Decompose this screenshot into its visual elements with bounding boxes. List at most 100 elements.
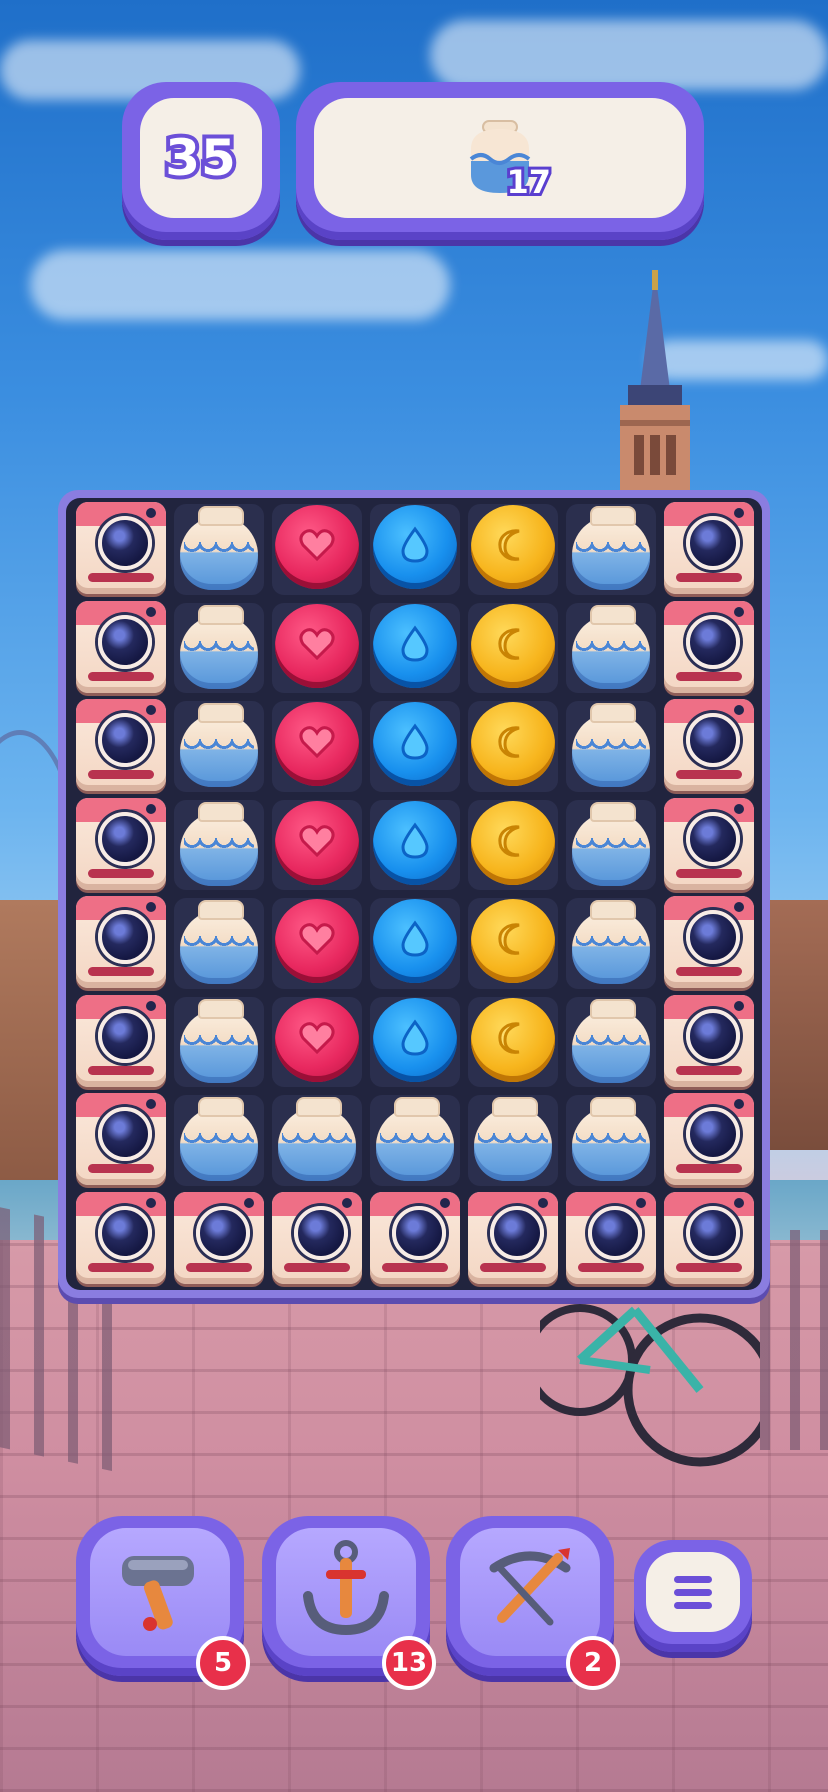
camera-tile[interactable] xyxy=(76,502,166,594)
board-cell[interactable] xyxy=(72,1091,170,1190)
board-cell[interactable] xyxy=(464,1190,562,1289)
moon-tile[interactable] xyxy=(471,505,555,589)
board-cell[interactable] xyxy=(464,1091,562,1190)
vase-tile[interactable] xyxy=(566,1093,656,1185)
board-cell[interactable] xyxy=(366,500,464,599)
board-cell[interactable] xyxy=(72,500,170,599)
board-cell[interactable] xyxy=(268,697,366,796)
board-cell[interactable] xyxy=(660,894,758,993)
vase-tile[interactable] xyxy=(370,1093,460,1185)
board-cell[interactable] xyxy=(72,1190,170,1289)
drop-tile[interactable] xyxy=(373,505,457,589)
moon-tile[interactable] xyxy=(471,899,555,983)
booster-crossbow-button[interactable]: 2 xyxy=(446,1516,620,1690)
board-cell[interactable] xyxy=(660,500,758,599)
board-cell[interactable] xyxy=(660,993,758,1092)
board-cell[interactable] xyxy=(562,500,660,599)
board-cell[interactable] xyxy=(268,993,366,1092)
camera-tile[interactable] xyxy=(76,600,166,693)
camera-tile[interactable] xyxy=(664,994,754,1087)
camera-tile[interactable] xyxy=(664,797,754,890)
board-cell[interactable] xyxy=(366,599,464,698)
board-cell[interactable] xyxy=(562,599,660,698)
board-cell[interactable] xyxy=(366,894,464,993)
board-cell[interactable] xyxy=(464,599,562,698)
board-cell[interactable] xyxy=(170,697,268,796)
vase-tile[interactable] xyxy=(566,699,656,791)
board-cell[interactable] xyxy=(366,1091,464,1190)
board-cell[interactable] xyxy=(562,993,660,1092)
board-cell[interactable] xyxy=(170,1091,268,1190)
board-cell[interactable] xyxy=(366,796,464,895)
board-cell[interactable] xyxy=(464,796,562,895)
menu-button[interactable] xyxy=(634,1540,752,1652)
camera-tile[interactable] xyxy=(272,1191,362,1284)
camera-tile[interactable] xyxy=(76,797,166,890)
heart-tile[interactable] xyxy=(275,603,359,688)
camera-tile[interactable] xyxy=(370,1191,460,1284)
camera-tile[interactable] xyxy=(566,1191,656,1284)
booster-hammer-button[interactable]: 5 xyxy=(76,1516,250,1690)
camera-tile[interactable] xyxy=(664,896,754,988)
board-cell[interactable] xyxy=(72,796,170,895)
camera-tile[interactable] xyxy=(174,1191,264,1284)
board-cell[interactable] xyxy=(660,599,758,698)
camera-tile[interactable] xyxy=(76,1191,166,1284)
camera-tile[interactable] xyxy=(468,1191,558,1284)
moon-tile[interactable] xyxy=(471,702,555,786)
camera-tile[interactable] xyxy=(76,994,166,1087)
camera-tile[interactable] xyxy=(664,502,754,594)
board-cell[interactable] xyxy=(562,697,660,796)
board-cell[interactable] xyxy=(268,894,366,993)
vase-tile[interactable] xyxy=(566,798,656,890)
vase-tile[interactable] xyxy=(174,699,264,791)
board-cell[interactable] xyxy=(170,796,268,895)
board-cell[interactable] xyxy=(660,796,758,895)
board-cell[interactable] xyxy=(170,894,268,993)
vase-tile[interactable] xyxy=(174,601,264,693)
board-cell[interactable] xyxy=(268,500,366,599)
heart-tile[interactable] xyxy=(275,505,359,589)
camera-tile[interactable] xyxy=(664,1093,754,1185)
vase-tile[interactable] xyxy=(174,798,264,890)
vase-tile[interactable] xyxy=(174,995,264,1087)
vase-tile[interactable] xyxy=(468,1093,558,1185)
drop-tile[interactable] xyxy=(373,899,457,983)
board-cell[interactable] xyxy=(72,894,170,993)
board-cell[interactable] xyxy=(72,599,170,698)
board-cell[interactable] xyxy=(366,993,464,1092)
camera-tile[interactable] xyxy=(664,699,754,791)
heart-tile[interactable] xyxy=(275,702,359,786)
vase-tile[interactable] xyxy=(566,995,656,1087)
board-cell[interactable] xyxy=(464,993,562,1092)
heart-tile[interactable] xyxy=(275,800,359,885)
drop-tile[interactable] xyxy=(373,997,457,1082)
board-cell[interactable] xyxy=(464,500,562,599)
vase-tile[interactable] xyxy=(174,502,264,594)
board-cell[interactable] xyxy=(464,697,562,796)
board-cell[interactable] xyxy=(562,894,660,993)
board-cell[interactable] xyxy=(268,796,366,895)
booster-anchor-button[interactable]: 13 xyxy=(262,1516,436,1690)
camera-tile[interactable] xyxy=(664,1191,754,1284)
board-cell[interactable] xyxy=(268,1190,366,1289)
heart-tile[interactable] xyxy=(275,899,359,983)
board-cell[interactable] xyxy=(660,1190,758,1289)
board-cell[interactable] xyxy=(366,1190,464,1289)
board-cell[interactable] xyxy=(464,894,562,993)
vase-tile[interactable] xyxy=(272,1093,362,1185)
vase-tile[interactable] xyxy=(566,601,656,693)
moon-tile[interactable] xyxy=(471,603,555,688)
board-cell[interactable] xyxy=(660,697,758,796)
board-cell[interactable] xyxy=(660,1091,758,1190)
board-cell[interactable] xyxy=(268,599,366,698)
heart-tile[interactable] xyxy=(275,997,359,1082)
camera-tile[interactable] xyxy=(76,1093,166,1185)
board-cell[interactable] xyxy=(366,697,464,796)
board-cell[interactable] xyxy=(72,993,170,1092)
vase-tile[interactable] xyxy=(566,896,656,988)
board-cell[interactable] xyxy=(170,599,268,698)
camera-tile[interactable] xyxy=(76,699,166,791)
drop-tile[interactable] xyxy=(373,702,457,786)
moon-tile[interactable] xyxy=(471,800,555,885)
